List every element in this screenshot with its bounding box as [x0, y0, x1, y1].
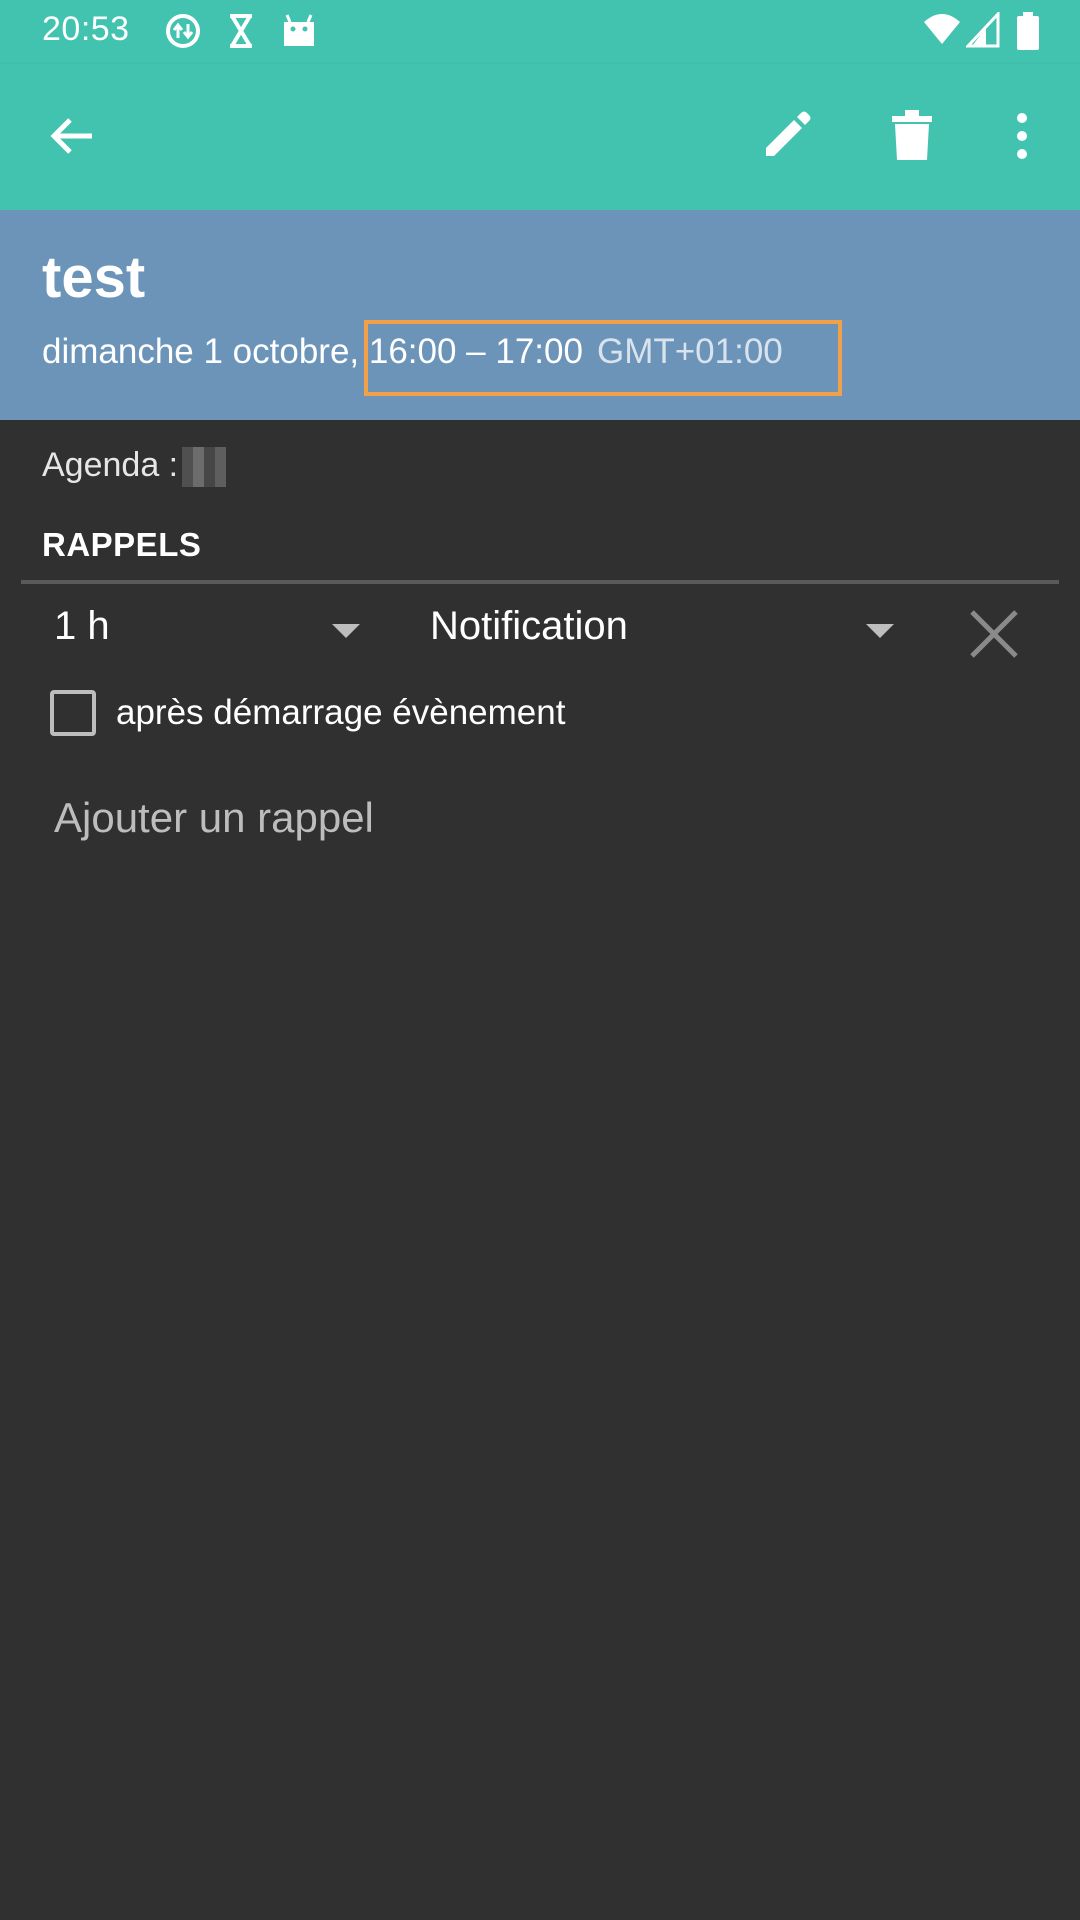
reminder-time-spinner[interactable]: 1 h: [54, 604, 374, 660]
section-divider: [21, 580, 1059, 584]
back-button[interactable]: [38, 104, 106, 172]
time-dropdown-icon: [332, 624, 360, 638]
after-start-label: après démarrage évènement: [116, 693, 566, 732]
status-time: 20:53: [42, 10, 130, 48]
edit-button[interactable]: [752, 104, 820, 172]
agenda-row: Agenda :: [42, 446, 227, 488]
reminder-method-value: Notification: [430, 604, 628, 648]
event-date: dimanche 1 octobre: [42, 332, 350, 371]
delete-button[interactable]: [878, 104, 946, 172]
method-dropdown-icon: [866, 624, 894, 638]
edit-icon: [760, 110, 812, 167]
reminders-section-title: RAPPELS: [42, 526, 202, 563]
time-highlight-box: [364, 320, 842, 396]
android-icon: [280, 12, 318, 55]
more-options-icon: [1015, 112, 1029, 165]
after-start-checkbox[interactable]: [50, 690, 96, 736]
reminder-time-value: 1 h: [54, 604, 110, 648]
add-reminder-button[interactable]: Ajouter un rappel: [54, 794, 374, 842]
agenda-label: Agenda :: [42, 446, 179, 484]
delete-icon: [890, 109, 934, 167]
toolbar: [0, 64, 1080, 210]
wifi-icon: [922, 12, 962, 53]
agenda-name-redacted: [182, 447, 227, 488]
sync-icon: [164, 12, 202, 55]
battery-icon: [1016, 12, 1040, 57]
signal-icon: [964, 10, 1000, 53]
more-options-button[interactable]: [988, 104, 1056, 172]
back-arrow-icon: [48, 112, 96, 165]
hourglass-icon: [222, 12, 260, 55]
close-icon: [964, 610, 1024, 668]
remove-reminder-button[interactable]: [964, 604, 1024, 664]
status-bar: 20:53: [0, 0, 1080, 64]
event-title: test: [42, 245, 146, 310]
reminder-method-spinner[interactable]: Notification: [430, 604, 910, 660]
